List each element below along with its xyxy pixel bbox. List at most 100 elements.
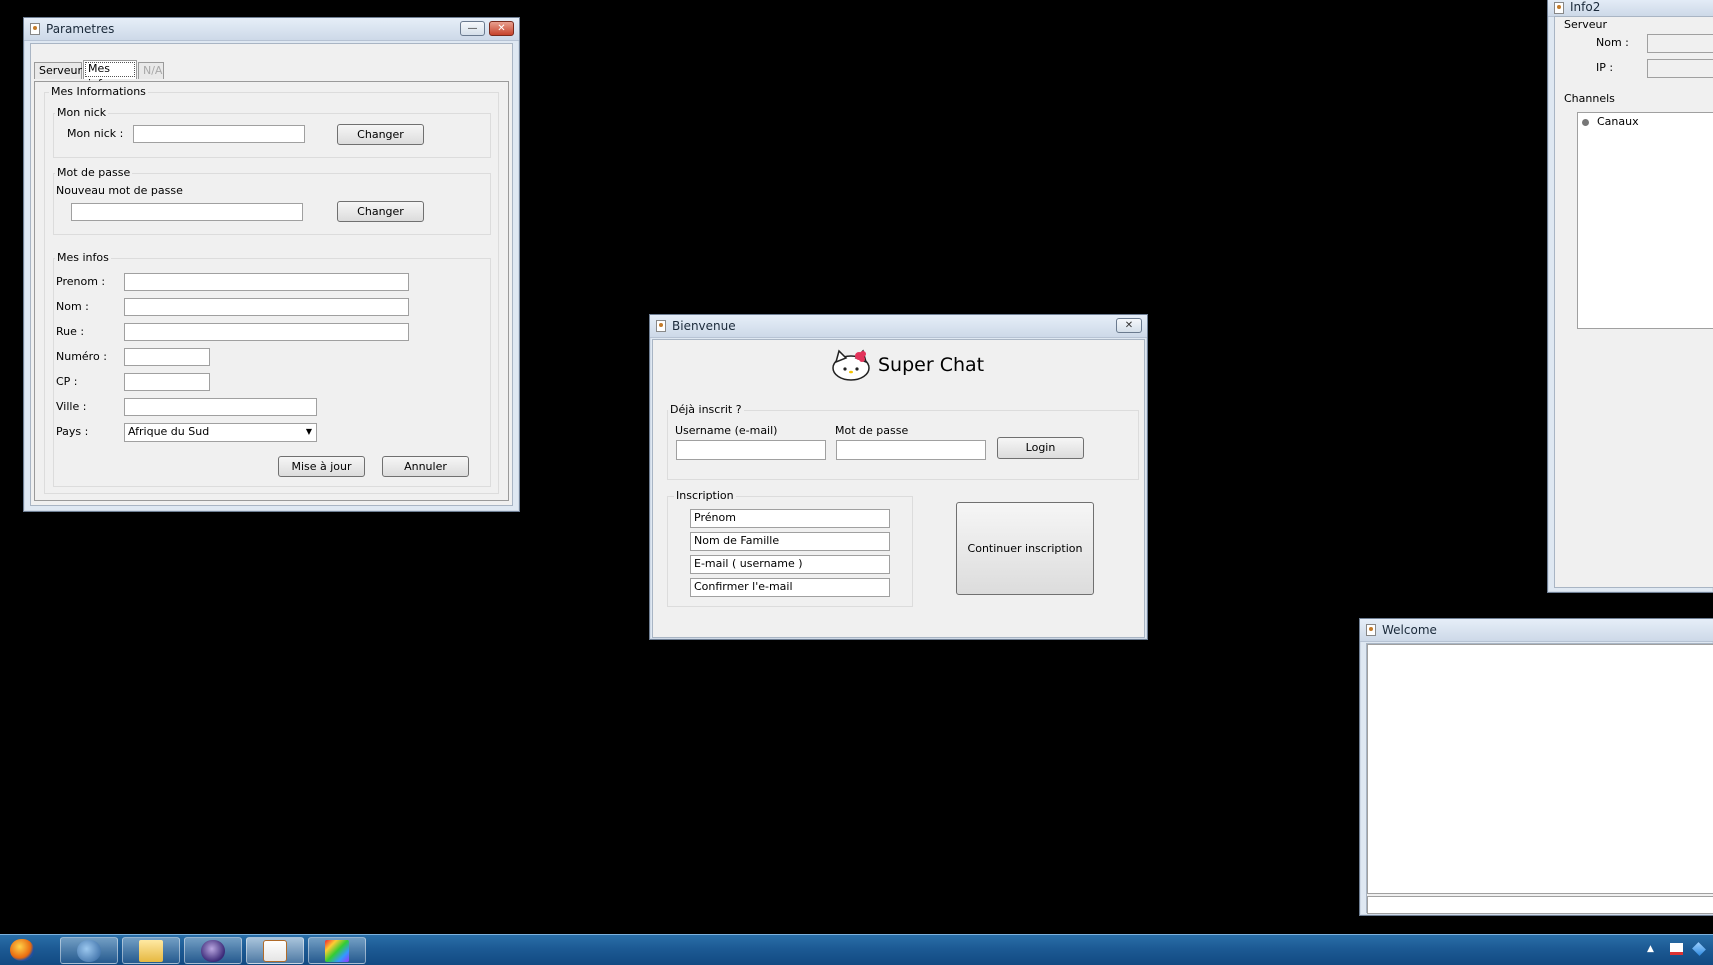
chevron-down-icon: ▼ xyxy=(305,427,312,436)
cp-label: CP : xyxy=(56,375,78,388)
parametres-titlebar[interactable]: Parametres — ✕ xyxy=(24,18,519,41)
taskbar-thunderbird[interactable] xyxy=(60,937,118,964)
already-registered-title: Déjà inscrit ? xyxy=(668,403,744,416)
mes-informations-title: Mes Informations xyxy=(49,85,148,98)
channels-group-title: Channels xyxy=(1564,92,1615,105)
continue-inscription-button[interactable]: Continuer inscription xyxy=(956,502,1094,595)
start-button[interactable] xyxy=(0,935,50,965)
info2-window: Info2 Serveur Nom : IP : Channels Canaux xyxy=(1547,0,1713,593)
info2-titlebar[interactable]: Info2 xyxy=(1548,0,1713,17)
dropbox-icon[interactable] xyxy=(1692,942,1706,956)
window-title: Welcome xyxy=(1382,623,1437,637)
ip-label: IP : xyxy=(1596,61,1614,74)
nick-input[interactable] xyxy=(133,125,305,143)
nom-de-famille-field[interactable]: Nom de Famille xyxy=(690,532,890,551)
eclipse-icon xyxy=(201,940,225,962)
taskbar-eclipse[interactable] xyxy=(184,937,242,964)
show-hidden-icons-button[interactable]: ▲ xyxy=(1647,944,1654,954)
new-password-input[interactable] xyxy=(71,203,303,221)
taskbar-java[interactable] xyxy=(246,937,304,964)
bienvenue-titlebar[interactable]: Bienvenue ✕ xyxy=(650,315,1147,338)
nom-label: Nom : xyxy=(56,300,89,313)
prenom-input[interactable] xyxy=(124,273,409,291)
hello-kitty-logo xyxy=(831,348,871,382)
firefox-icon xyxy=(10,939,34,961)
nick-group-title: Mon nick xyxy=(55,106,109,119)
pays-selected-value: Afrique du Sud xyxy=(128,425,210,438)
cancel-button[interactable]: Annuler xyxy=(382,456,469,477)
window-title: Info2 xyxy=(1570,0,1601,14)
java-window-icon xyxy=(656,320,666,332)
tab-serveur[interactable]: Serveur xyxy=(34,62,82,79)
password-group: Mot de passe Nouveau mot de passe Change… xyxy=(53,166,491,235)
username-input[interactable] xyxy=(676,440,826,460)
ville-input[interactable] xyxy=(124,398,317,416)
prenom-field[interactable]: Prénom xyxy=(690,509,890,528)
new-password-label: Nouveau mot de passe xyxy=(56,184,183,197)
tab-panel: Mes Informations Mon nick Mon nick : Cha… xyxy=(34,81,509,501)
java-icon xyxy=(263,940,287,962)
change-nick-button[interactable]: Changer xyxy=(337,124,424,145)
tree-node-icon xyxy=(1582,119,1589,126)
nick-group: Mon nick Mon nick : Changer xyxy=(53,106,491,158)
already-registered-group: Déjà inscrit ? Username (e-mail) Mot de … xyxy=(667,403,1139,480)
password-group-title: Mot de passe xyxy=(55,166,133,179)
pays-label: Pays : xyxy=(56,425,89,438)
tab-strip: Serveur Mes infos N/A xyxy=(34,60,509,90)
password-input[interactable] xyxy=(836,440,986,460)
close-button[interactable]: ✕ xyxy=(1116,318,1142,333)
mes-infos-group: Mes infos Prenom : Nom : Rue : Numéro : … xyxy=(53,251,491,487)
taskbar-color-app[interactable] xyxy=(308,937,366,964)
color-app-icon xyxy=(325,940,349,962)
tab-na[interactable]: N/A xyxy=(138,62,164,79)
channels-tree[interactable]: Canaux xyxy=(1577,112,1713,329)
server-ip-input[interactable] xyxy=(1647,59,1713,78)
ville-label: Ville : xyxy=(56,400,87,413)
numero-label: Numéro : xyxy=(56,350,107,363)
change-password-button[interactable]: Changer xyxy=(337,201,424,222)
chat-text-area[interactable] xyxy=(1367,644,1713,894)
parametres-window: Parametres — ✕ Serveur Mes infos N/A Mes… xyxy=(23,17,520,512)
taskbar: ▲ xyxy=(0,934,1713,965)
inscription-title: Inscription xyxy=(674,489,736,502)
info2-client: Serveur Nom : IP : Channels Canaux xyxy=(1554,16,1713,588)
server-group-title: Serveur xyxy=(1564,18,1608,31)
rue-label: Rue : xyxy=(56,325,85,338)
close-button[interactable]: ✕ xyxy=(489,21,514,36)
rue-input[interactable] xyxy=(124,323,409,341)
taskbar-file-explorer[interactable] xyxy=(122,937,180,964)
nom-label: Nom : xyxy=(1596,36,1629,49)
welcome-titlebar[interactable]: Welcome xyxy=(1360,619,1713,642)
confirm-email-field[interactable]: Confirmer l'e-mail xyxy=(690,578,890,597)
welcome-client xyxy=(1366,643,1713,914)
thunderbird-icon xyxy=(77,940,101,962)
mes-informations-group: Mes Informations Mon nick Mon nick : Cha… xyxy=(44,85,499,494)
welcome-window: Welcome xyxy=(1359,618,1713,916)
app-title: Super Chat xyxy=(878,354,985,376)
java-window-icon xyxy=(30,23,40,35)
message-input[interactable] xyxy=(1367,896,1713,914)
prenom-label: Prenom : xyxy=(56,275,106,288)
password-label: Mot de passe xyxy=(835,424,909,437)
mes-infos-group-title: Mes infos xyxy=(55,251,111,264)
minimize-button[interactable]: — xyxy=(460,21,485,36)
update-button[interactable]: Mise à jour xyxy=(278,456,365,477)
username-label: Username (e-mail) xyxy=(675,424,778,437)
action-center-icon[interactable] xyxy=(1670,943,1683,955)
bienvenue-client: Super Chat Déjà inscrit ? Username (e-ma… xyxy=(652,339,1145,638)
bienvenue-window: Bienvenue ✕ Super Chat Déjà inscrit ? Us… xyxy=(649,314,1148,640)
window-title: Bienvenue xyxy=(672,319,736,333)
java-window-icon xyxy=(1366,624,1376,636)
parametres-client: Serveur Mes infos N/A Mes Informations M… xyxy=(30,43,513,506)
pays-select[interactable]: Afrique du Sud ▼ xyxy=(124,423,317,442)
email-field[interactable]: E-mail ( username ) xyxy=(690,555,890,574)
java-window-icon xyxy=(1554,2,1564,14)
numero-input[interactable] xyxy=(124,348,210,366)
server-nom-input[interactable] xyxy=(1647,34,1713,53)
login-button[interactable]: Login xyxy=(997,437,1084,459)
nom-input[interactable] xyxy=(124,298,409,316)
tree-root-canaux[interactable]: Canaux xyxy=(1597,115,1639,128)
inscription-group: Inscription Prénom Nom de Famille E-mail… xyxy=(667,489,913,607)
tab-mes-infos[interactable]: Mes infos xyxy=(83,60,137,90)
cp-input[interactable] xyxy=(124,373,210,391)
